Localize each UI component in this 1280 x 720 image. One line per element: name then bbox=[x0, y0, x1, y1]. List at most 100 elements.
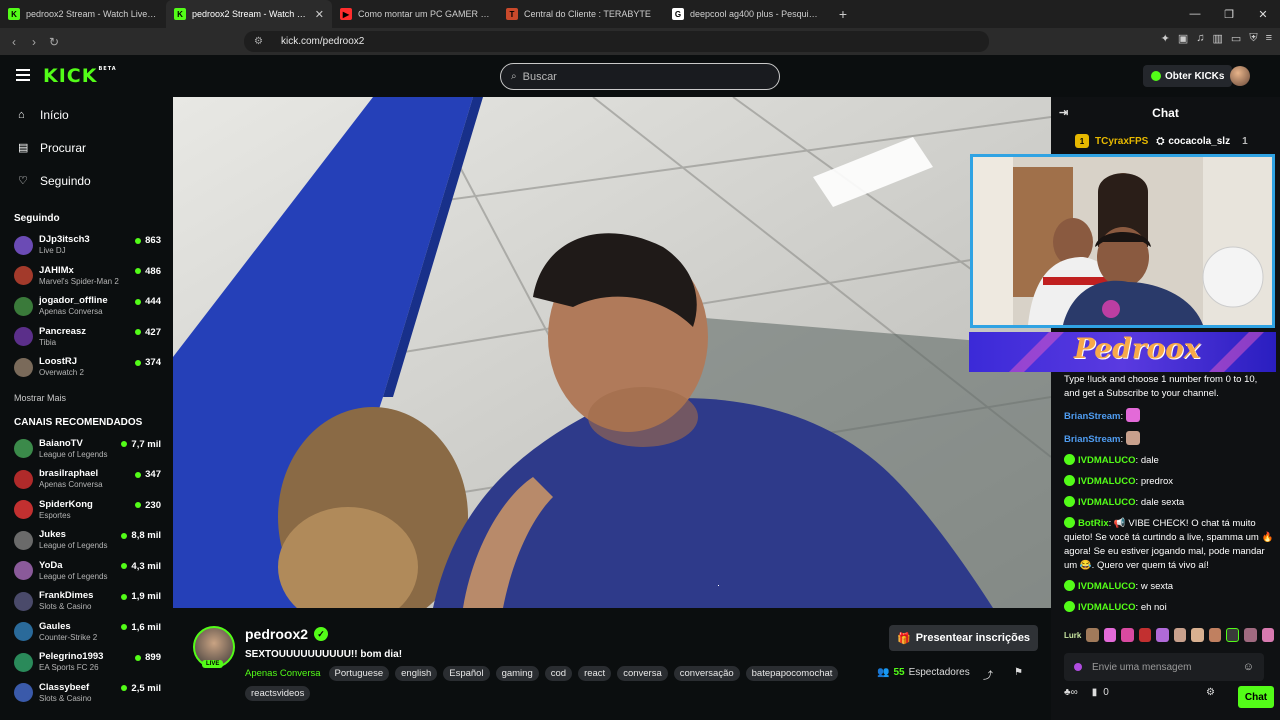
channel-item[interactable]: JAHIMx Marvel's Spider-Man 2 486 bbox=[0, 261, 172, 292]
new-tab-button[interactable]: + bbox=[830, 0, 856, 28]
forward-icon[interactable]: › bbox=[24, 35, 44, 49]
video-frame bbox=[173, 97, 1051, 608]
emote[interactable] bbox=[1138, 628, 1152, 642]
chat-message-input[interactable]: Envie uma mensagem ☺ bbox=[1064, 653, 1264, 681]
badge-icon bbox=[1074, 663, 1082, 671]
stream-tag[interactable]: Portuguese bbox=[328, 666, 390, 681]
site-info-icon[interactable]: ⚙ bbox=[254, 36, 263, 47]
get-kicks-button[interactable]: Obter KICKs bbox=[1143, 65, 1233, 87]
vpn-icon[interactable]: ⛨ bbox=[1249, 32, 1257, 45]
emote[interactable] bbox=[1121, 628, 1134, 642]
back-icon[interactable]: ‹ bbox=[4, 35, 24, 49]
channel-item[interactable]: Jukes League of Legends 8,8 mil bbox=[0, 525, 172, 556]
chat-username[interactable]: IVDMALUCO bbox=[1078, 581, 1136, 592]
emote[interactable] bbox=[1226, 628, 1240, 642]
minimize-button[interactable]: — bbox=[1178, 0, 1212, 28]
channel-item[interactable]: Pelegrino1993 EA Sports FC 26 899 bbox=[0, 647, 172, 678]
music-icon[interactable]: ♫ bbox=[1196, 32, 1204, 45]
channel-item[interactable]: jogador_offline Apenas Conversa 444 bbox=[0, 291, 172, 322]
recommended-section-title: CANAIS RECOMENDADOS bbox=[14, 416, 143, 428]
send-chat-button[interactable]: Chat bbox=[1238, 686, 1274, 708]
logo-badge: BETA bbox=[98, 66, 117, 72]
stream-tag[interactable]: gaming bbox=[495, 666, 539, 681]
stream-category-link[interactable]: Apenas Conversa bbox=[245, 668, 321, 679]
emote[interactable] bbox=[1261, 628, 1275, 642]
stream-tag[interactable]: english bbox=[395, 666, 438, 681]
chat-username[interactable]: BrianStream bbox=[1064, 411, 1121, 422]
streamer-name[interactable]: pedroox2 bbox=[245, 626, 308, 642]
emote[interactable] bbox=[1103, 628, 1117, 642]
stream-tag[interactable]: Español bbox=[443, 666, 490, 681]
sidebar-icon[interactable]: ▥ bbox=[1213, 32, 1223, 45]
stream-tag[interactable]: batepapocomochat bbox=[745, 666, 839, 681]
emote[interactable] bbox=[1086, 628, 1099, 642]
emote[interactable] bbox=[1244, 628, 1257, 642]
close-tab-icon[interactable]: ✕ bbox=[315, 8, 324, 21]
chat-emote bbox=[1125, 408, 1140, 422]
chat-username[interactable]: BrianStream bbox=[1064, 434, 1121, 445]
menu-icon[interactable]: ≡ bbox=[1266, 32, 1272, 45]
channel-item[interactable]: SpiderKong Esportes 230 bbox=[0, 495, 172, 526]
kick-logo[interactable]: KICKBETA bbox=[43, 65, 117, 87]
reload-icon[interactable]: ↻ bbox=[44, 35, 64, 49]
sidebar-nav-item[interactable]: ♡ Seguindo bbox=[0, 164, 172, 197]
channel-item[interactable]: Gaules Counter-Strike 2 1,6 mil bbox=[0, 617, 172, 648]
user-avatar[interactable] bbox=[1230, 66, 1250, 86]
share-icon[interactable]: ⤴ bbox=[983, 667, 993, 682]
stream-title: SEXTOUUUUUUUUUU!! bom dia! bbox=[245, 649, 403, 660]
channel-item[interactable]: brasilraphael Apenas Conversa 347 bbox=[0, 464, 172, 495]
kicks-infinity-icon[interactable]: ♣∞ bbox=[1064, 687, 1078, 698]
sidebar-nav-item[interactable]: ⌂ Início bbox=[0, 98, 172, 131]
emote[interactable] bbox=[1208, 628, 1222, 642]
hamburger-menu-icon[interactable] bbox=[16, 69, 30, 81]
screenshot-icon[interactable]: ▣ bbox=[1178, 32, 1188, 45]
live-dot-icon bbox=[121, 563, 128, 569]
chat-username[interactable]: IVDMALUCO bbox=[1078, 476, 1136, 487]
channel-item[interactable]: DJp3itsch3 Live DJ 863 bbox=[0, 230, 172, 261]
emote[interactable] bbox=[1191, 628, 1204, 642]
second-gifter-name[interactable]: cocacola_slz bbox=[1168, 136, 1230, 147]
url-field[interactable]: ⚙ kick.com/pedroox2 bbox=[244, 31, 989, 52]
viewer-number: 427 bbox=[145, 326, 161, 338]
channel-item[interactable]: YoDa League of Legends 4,3 mil bbox=[0, 556, 172, 587]
extension-puzzle-icon[interactable]: ✦ bbox=[1161, 32, 1170, 45]
maximize-button[interactable]: ❐ bbox=[1212, 0, 1246, 28]
emote[interactable] bbox=[1156, 628, 1169, 642]
stream-tag[interactable]: react bbox=[578, 666, 612, 681]
close-window-button[interactable]: ✕ bbox=[1246, 0, 1280, 28]
wallet-icon[interactable]: ▭ bbox=[1231, 32, 1241, 45]
browser-tab[interactable]: Gdeepcool ag400 plus - Pesquisa Goo bbox=[664, 0, 830, 28]
emote[interactable] bbox=[1173, 628, 1187, 642]
channel-item[interactable]: BaianoTV League of Legends 7,7 mil bbox=[0, 434, 172, 465]
show-more-link[interactable]: Mostrar Mais bbox=[0, 383, 172, 407]
collapse-chat-icon[interactable]: ⇥ bbox=[1059, 106, 1068, 119]
top-gifter-name[interactable]: TCyraxFPS bbox=[1095, 136, 1148, 147]
channel-item[interactable]: LoostRJ Overwatch 2 374 bbox=[0, 352, 172, 383]
channel-item[interactable]: FrankDimes Slots & Casino 1,9 mil bbox=[0, 586, 172, 617]
emote-lurk[interactable]: Lurk bbox=[1064, 631, 1081, 640]
chat-message: IVDMALUCO: dale bbox=[1064, 454, 1274, 468]
channel-item[interactable]: Classybeef Slots & Casino 2,5 mil bbox=[0, 678, 172, 709]
chat-username[interactable]: IVDMALUCO bbox=[1078, 602, 1136, 613]
chat-settings-icon[interactable]: ⚙ bbox=[1206, 687, 1215, 698]
browser-tab[interactable]: T Central do Cliente : TERABYTE bbox=[498, 0, 664, 28]
browser-tab[interactable]: Kpedroox2 Stream - Watch Live ✕ bbox=[166, 0, 332, 28]
stream-tag[interactable]: cod bbox=[544, 666, 573, 681]
gift-subs-button[interactable]: 🎁 Presentear inscrições bbox=[889, 625, 1039, 651]
browser-tab[interactable]: ▶ Como montar um PC GAMER completo bbox=[332, 0, 498, 28]
chat-username[interactable]: IVDMALUCO bbox=[1078, 455, 1136, 466]
stream-tag[interactable]: reactsvideos bbox=[245, 686, 311, 701]
viewer-number: 374 bbox=[145, 357, 161, 368]
emoji-icon[interactable]: ☺ bbox=[1243, 661, 1254, 673]
stream-tag[interactable]: conversa bbox=[617, 666, 668, 681]
stream-tag[interactable]: conversação bbox=[673, 666, 740, 681]
browser-tab[interactable]: Kpedroox2 Stream - Watch Live on bbox=[0, 0, 166, 28]
channel-item[interactable]: Pancreasz Tibia 427 bbox=[0, 322, 172, 353]
channel-category: Overwatch 2 bbox=[39, 368, 84, 378]
search-input[interactable]: ⌕ Buscar bbox=[500, 63, 780, 90]
chat-username[interactable]: IVDMALUCO bbox=[1078, 497, 1136, 508]
chat-username[interactable]: BotRix bbox=[1078, 518, 1109, 529]
sidebar-nav-item[interactable]: ▤ Procurar bbox=[0, 131, 172, 164]
video-player[interactable] bbox=[173, 97, 1051, 608]
follow-user-icon[interactable]: ⚑ bbox=[1014, 667, 1023, 678]
